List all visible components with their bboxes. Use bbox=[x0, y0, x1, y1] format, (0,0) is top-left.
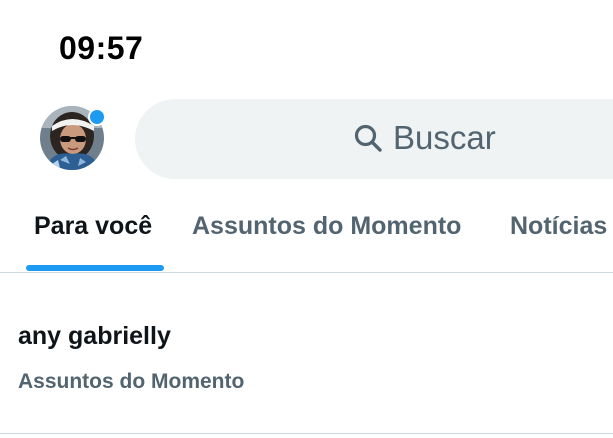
search-placeholder: Buscar bbox=[393, 119, 496, 156]
search-icon bbox=[354, 124, 382, 152]
tab-para-voce[interactable]: Para você bbox=[34, 212, 152, 241]
trend-title: any gabrielly bbox=[18, 322, 171, 350]
notification-dot bbox=[88, 108, 106, 126]
tab-noticias[interactable]: Notícias bbox=[510, 212, 607, 241]
trend-category: Assuntos do Momento bbox=[18, 370, 245, 393]
explore-screen: 09:57 Buscar Para você Assuntos do Momen… bbox=[0, 0, 613, 438]
tab-bar: Para você Assuntos do Momento Notícias bbox=[0, 195, 613, 273]
active-tab-indicator bbox=[26, 265, 164, 271]
search-bar[interactable]: Buscar bbox=[135, 99, 613, 179]
tab-assuntos-do-momento[interactable]: Assuntos do Momento bbox=[192, 212, 461, 241]
list-divider bbox=[0, 433, 613, 434]
tabs-divider bbox=[0, 272, 613, 273]
status-bar-time: 09:57 bbox=[59, 30, 144, 66]
